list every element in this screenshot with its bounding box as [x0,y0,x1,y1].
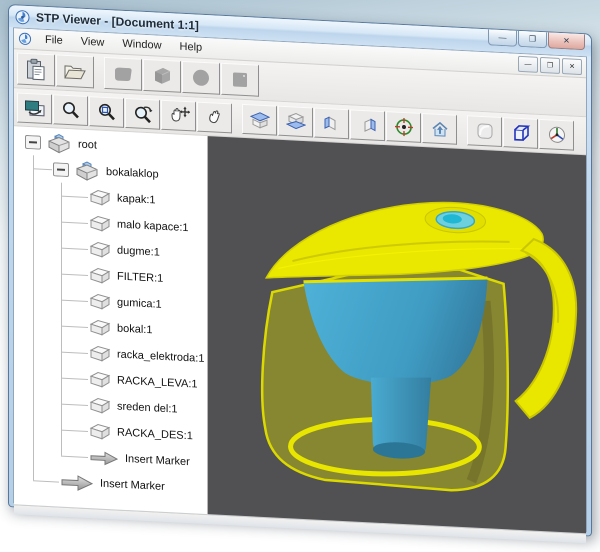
zoom-button[interactable] [53,93,88,126]
menu-file[interactable]: File [36,31,72,49]
part-icon [89,188,111,207]
app-icon [15,9,30,24]
pitcher-handle [514,237,578,420]
part-icon [89,318,111,337]
tree-item-label: RACKA_DES:1 [117,426,193,443]
view-top-icon [249,111,270,129]
solid-panel-button[interactable] [221,62,259,97]
marker-arrow-icon [60,473,94,492]
axes-button[interactable] [539,118,574,151]
tree-item-label: RACKA_LEVA:1 [117,374,198,391]
mdi-close-button[interactable]: ✕ [562,58,582,76]
orbit-button[interactable] [386,110,421,143]
pan-button[interactable] [161,99,196,132]
client-area: File View Window Help — ❐ ✕ root bokalak… [13,27,587,544]
tree-item-label: kapak:1 [117,192,156,207]
view-right-button[interactable] [350,108,385,141]
rotate-hand-icon [208,109,220,123]
document-icon[interactable] [18,32,32,47]
assembly-icon [74,159,100,182]
part-icon [89,292,111,311]
part-icon [89,370,111,389]
part-icon [89,344,111,363]
render-wireframe-button[interactable] [503,116,538,149]
solid-slab-icon [115,67,132,82]
pitcher-model [260,201,578,492]
zoom-window-button[interactable] [89,95,124,128]
part-icon [89,396,111,415]
marker-arrow-icon [89,450,119,467]
tree-item-label: malo kapace:1 [117,218,189,235]
solid-slab-button[interactable] [104,56,142,91]
view-left-icon [324,115,335,130]
window-title: STP Viewer - [Document 1:1] [36,10,199,33]
solid-sphere-icon [193,69,209,86]
zoom-rotate-button[interactable] [125,97,160,130]
tree-item-label: racka_elektroda:1 [117,348,205,365]
tree-item-label: FILTER:1 [117,270,164,285]
capture-view-icon [24,99,44,116]
collapse-toggle-icon[interactable] [25,134,41,150]
part-icon [89,422,111,441]
part-icon [89,266,111,285]
mdi-restore-button[interactable]: ❐ [540,56,560,74]
render-shaded-button[interactable] [467,114,502,147]
home-view-button[interactable] [422,112,457,145]
assembly-icon [46,132,72,155]
tree-item-label: bokalaklop [106,165,159,181]
view-top-button[interactable] [242,103,277,136]
zoom-window-icon [98,103,115,120]
tree-item-label: gumica:1 [117,296,162,311]
capture-view-button[interactable] [17,91,52,124]
view-bottom-button[interactable] [278,105,313,137]
tree-item-label: root [78,138,97,152]
model-tree-panel: root bokalaklop kapak:1 malo kapace:1 du… [14,126,208,515]
paste-button[interactable] [17,52,55,87]
viewport-3d[interactable] [208,136,586,534]
rotate-view-button[interactable] [197,101,232,133]
paste-icon [27,58,45,81]
solid-cube-icon [155,67,171,84]
menu-help[interactable]: Help [171,38,212,56]
view-left-button[interactable] [314,107,349,139]
tree-item-label: bokal:1 [117,322,153,337]
tree-item-label: Insert Marker [125,452,190,469]
pan-hand-icon [170,105,190,121]
part-icon [89,214,111,233]
view-bottom-icon [285,112,306,129]
zoom-icon [62,101,79,118]
home-view-icon [431,121,448,137]
app-window: STP Viewer - [Document 1:1] — ❐ ✕ File V… [8,4,592,544]
open-button[interactable] [56,54,94,89]
close-button[interactable]: ✕ [548,32,585,51]
part-icon [89,240,111,259]
view-right-icon [364,118,375,132]
axes-ball-icon [548,126,565,143]
orbit-target-icon [394,117,413,136]
maximize-button[interactable]: ❐ [518,30,547,49]
tree-item-label: dugme:1 [117,244,160,259]
open-folder-icon [64,65,86,80]
solid-panel-icon [233,72,247,88]
collapse-toggle-icon[interactable] [53,162,69,177]
solid-cube-button[interactable] [143,58,181,93]
minimize-button[interactable]: — [488,29,517,47]
render-shaded-icon [477,122,492,139]
tree-item-label: sreden del:1 [117,400,178,416]
zoom-rotate-icon [134,105,152,123]
tree-item-label: Insert Marker [100,477,165,493]
solid-sphere-button[interactable] [182,60,220,95]
render-wireframe-icon [513,124,530,141]
menu-window[interactable]: Window [113,35,170,54]
menu-view[interactable]: View [72,33,114,51]
mdi-minimize-button[interactable]: — [518,55,538,73]
